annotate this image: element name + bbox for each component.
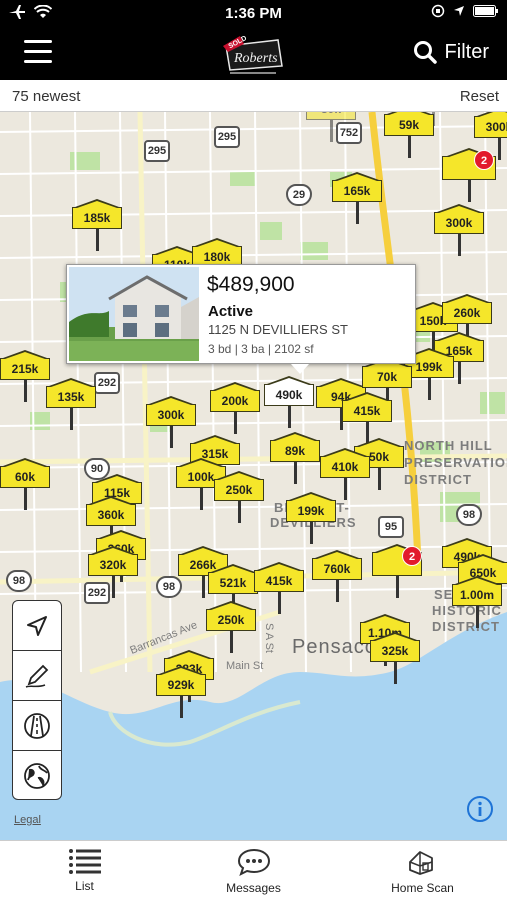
price-pin[interactable]: 135k <box>46 378 96 430</box>
menu-button[interactable] <box>24 40 52 64</box>
navigation-arrow-icon <box>27 615 47 636</box>
us-route-shield: 98 <box>6 570 32 592</box>
chat-bubble-icon <box>237 848 270 876</box>
location-icon <box>454 6 464 16</box>
reset-button[interactable]: Reset <box>460 88 499 105</box>
map-view[interactable]: NORTH HILL PRESERVATION DISTRICT BELMONT… <box>0 112 507 840</box>
filter-label: Filter <box>444 40 489 63</box>
price-pin[interactable]: 185k <box>72 199 122 251</box>
price-pin[interactable]: 199k <box>286 492 336 544</box>
price-pin[interactable]: 325k <box>370 632 420 684</box>
svg-text:Roberts: Roberts <box>233 51 278 66</box>
street-label: S A St <box>262 623 275 653</box>
price-pin[interactable]: 300k <box>146 396 196 448</box>
price-pin[interactable]: 1.00m <box>452 576 502 628</box>
tab-messages[interactable]: Messages <box>169 841 338 900</box>
bottom-tab-bar: List Messages Home Scan <box>0 840 507 900</box>
orientation-lock-icon <box>431 4 445 18</box>
price-pin[interactable]: 250k <box>206 601 256 653</box>
listing-status: Active <box>208 303 254 320</box>
status-bar: 1:36 PM <box>0 0 507 28</box>
price-pin[interactable]: 215k <box>0 350 50 402</box>
road-icon <box>24 712 50 739</box>
tab-home-scan[interactable]: Home Scan <box>338 841 507 900</box>
info-icon[interactable] <box>466 795 494 823</box>
listing-preview-card[interactable]: $489,900 Active 1125 N DEVILLIERS ST 3 b… <box>66 264 416 374</box>
tab-home-scan-label: Home Scan <box>391 881 454 895</box>
tab-messages-label: Messages <box>226 881 281 895</box>
listing-price: $489,900 <box>207 273 295 296</box>
us-route-shield: 98 <box>456 504 482 526</box>
tab-list[interactable]: List <box>0 841 169 900</box>
legal-link[interactable]: Legal <box>14 814 41 826</box>
price-pin[interactable]: 200k <box>210 382 260 434</box>
pencil-icon <box>25 664 49 688</box>
listing-photo <box>69 267 199 361</box>
price-pin[interactable]: 80k <box>306 112 356 142</box>
listing-address: 1125 N DEVILLIERS ST <box>208 322 348 337</box>
price-pin[interactable]: 250k <box>214 471 264 523</box>
globe-icon <box>24 763 50 789</box>
draw-area-button[interactable] <box>13 651 61 701</box>
road-shield: 295 <box>214 126 240 148</box>
price-pin[interactable]: 300k <box>434 204 484 256</box>
results-bar: 75 newest Reset <box>0 80 507 112</box>
price-pin[interactable]: 760k <box>312 550 362 602</box>
house-scan-icon <box>408 851 433 875</box>
hamburger-line <box>24 40 52 43</box>
app-screen: 1:36 PM SOLD Roberts Filter 75 newest Re… <box>0 0 507 900</box>
price-pin[interactable]: 929k <box>156 666 206 718</box>
search-icon <box>413 41 437 64</box>
price-pin[interactable]: 165k <box>332 172 382 224</box>
selected-price-pin[interactable]: 490k <box>264 376 314 428</box>
battery-icon <box>473 5 498 17</box>
current-location-button[interactable] <box>13 601 61 651</box>
street-label: Main St <box>226 660 264 672</box>
cluster-count-badge: 2 <box>474 150 494 170</box>
us-route-shield: 29 <box>286 184 312 206</box>
price-pin[interactable]: 320k <box>88 546 138 598</box>
hamburger-line <box>24 60 52 63</box>
place-label: NORTH HILL <box>404 438 493 453</box>
road-shield: 292 <box>94 372 120 394</box>
commute-button[interactable] <box>13 701 61 751</box>
app-header: SOLD Roberts Filter <box>0 28 507 80</box>
map-type-button[interactable] <box>13 751 61 801</box>
hamburger-line <box>24 50 52 53</box>
road-shield: 295 <box>144 140 170 162</box>
listing-details: 3 bd | 3 ba | 2102 sf <box>208 342 314 356</box>
price-pin[interactable]: 415k <box>254 562 304 614</box>
cluster-count-badge: 2 <box>402 546 422 566</box>
tab-list-label: List <box>75 879 94 893</box>
place-label: DISTRICT <box>404 472 472 487</box>
road-shield: 95 <box>378 516 404 538</box>
price-pin[interactable]: 59k <box>384 112 434 158</box>
status-right <box>431 4 499 18</box>
price-pin[interactable]: 60k <box>0 458 50 510</box>
listing-count-label: 75 newest <box>12 88 81 105</box>
popup-pointer <box>291 364 309 374</box>
map-tools-panel <box>12 600 62 800</box>
price-pin[interactable]: 89k <box>270 432 320 484</box>
list-icon <box>68 849 101 874</box>
filter-button[interactable]: Filter <box>413 40 489 64</box>
place-label: PRESERVATION <box>404 455 507 470</box>
brokerage-logo: SOLD Roberts <box>223 35 283 74</box>
